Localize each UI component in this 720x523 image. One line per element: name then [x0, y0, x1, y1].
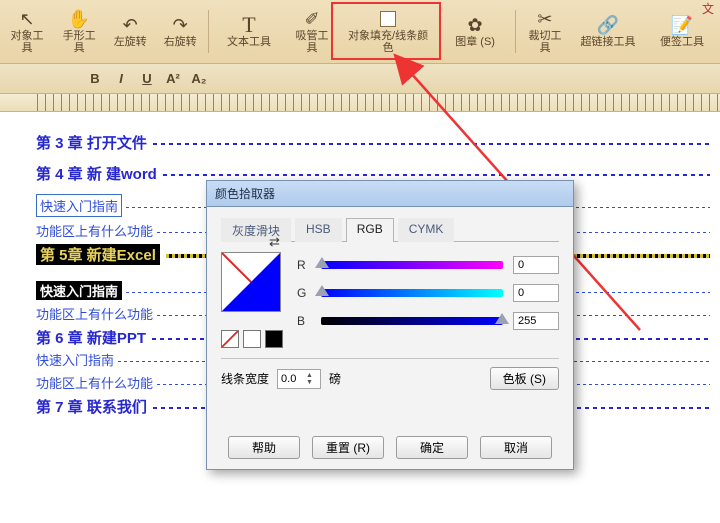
hand-icon: ✋	[68, 9, 90, 30]
crop-icon: ✂	[537, 9, 552, 30]
tab-rgb[interactable]: RGB	[346, 218, 394, 242]
toolbar-separator	[515, 10, 516, 53]
tool-hyperlink[interactable]: 🔗超链接工具	[572, 4, 644, 59]
label-b: B	[297, 314, 311, 328]
input-r[interactable]	[513, 256, 559, 274]
dialog-divider	[221, 358, 559, 359]
line-width-spinner[interactable]: ▲▼	[277, 369, 321, 389]
help-button[interactable]: 帮助	[228, 436, 300, 459]
tool-rotate-left[interactable]: ↶左旋转	[106, 4, 154, 59]
input-g[interactable]	[513, 284, 559, 302]
label-r: R	[297, 258, 311, 272]
rotate-right-icon: ↷	[173, 14, 188, 36]
horizontal-ruler[interactable]	[0, 94, 720, 112]
eyedropper-icon: ✐	[305, 9, 320, 30]
bold-button[interactable]: B	[84, 69, 106, 89]
color-picker-dialog: 颜色拾取器 灰度滑块 HSB RGB CYMK ⇄	[206, 180, 574, 470]
stamp-icon: ✿	[468, 14, 483, 36]
swap-icon[interactable]: ⇄	[269, 234, 331, 250]
tool-rotate-right[interactable]: ↷右旋转	[156, 4, 204, 59]
tool-text[interactable]: T文本工具	[213, 4, 285, 59]
slider-g[interactable]	[321, 289, 503, 297]
tool-stamp[interactable]: ✿图章 (S)	[439, 4, 511, 59]
dialog-titlebar[interactable]: 颜色拾取器	[207, 181, 573, 207]
slider-r[interactable]	[321, 261, 503, 269]
spin-up-icon[interactable]: ▲	[306, 372, 313, 379]
tool-object[interactable]: ↖对象工具	[2, 4, 52, 59]
superscript-button[interactable]: A²	[162, 69, 184, 89]
ok-button[interactable]: 确定	[396, 436, 468, 459]
spin-down-icon[interactable]: ▼	[306, 379, 313, 386]
color-preview-swatch[interactable]	[221, 252, 281, 312]
subscript-button[interactable]: A₂	[188, 69, 210, 89]
toolbar-separator	[208, 10, 209, 53]
tool-crop[interactable]: ✂裁切工具	[520, 4, 570, 59]
reset-button[interactable]: 重置 (R)	[312, 436, 384, 459]
text-icon: T	[242, 14, 255, 36]
tab-cymk[interactable]: CYMK	[398, 218, 455, 242]
label-g: G	[297, 286, 311, 300]
input-b[interactable]	[513, 312, 559, 330]
swatch-split-icon	[222, 253, 280, 311]
underline-button[interactable]: U	[136, 69, 158, 89]
format-bar: B I U A² A₂	[0, 64, 720, 94]
heading-ch3[interactable]: 第 3 章 打开文件	[36, 132, 710, 153]
swatch-black[interactable]	[265, 330, 283, 348]
main-toolbar: ↖对象工具 ✋手形工具 ↶左旋转 ↷右旋转 T文本工具 ✐吸管工具 对象填充/线…	[0, 0, 720, 64]
titlebar-fragment: 文	[702, 0, 714, 17]
fill-color-icon	[380, 9, 396, 30]
line-width-unit: 磅	[329, 370, 341, 387]
swatch-white[interactable]	[243, 330, 261, 348]
italic-button[interactable]: I	[110, 69, 132, 89]
rotate-left-icon: ↶	[123, 14, 138, 36]
link-icon: 🔗	[597, 14, 619, 36]
swatch-none[interactable]	[221, 330, 239, 348]
tool-fill-stroke-color[interactable]: 对象填充/线条颜色	[339, 4, 437, 59]
palette-button[interactable]: 色板 (S)	[490, 367, 559, 390]
note-icon: 📝	[671, 14, 693, 36]
cancel-button[interactable]: 取消	[480, 436, 552, 459]
cursor-icon: ↖	[20, 9, 35, 30]
slider-b[interactable]	[321, 317, 503, 325]
line-width-label: 线条宽度	[221, 370, 269, 387]
dialog-title: 颜色拾取器	[215, 185, 275, 202]
tool-hand[interactable]: ✋手形工具	[54, 4, 104, 59]
tool-eyedropper[interactable]: ✐吸管工具	[287, 4, 337, 59]
line-width-input[interactable]	[278, 373, 306, 385]
